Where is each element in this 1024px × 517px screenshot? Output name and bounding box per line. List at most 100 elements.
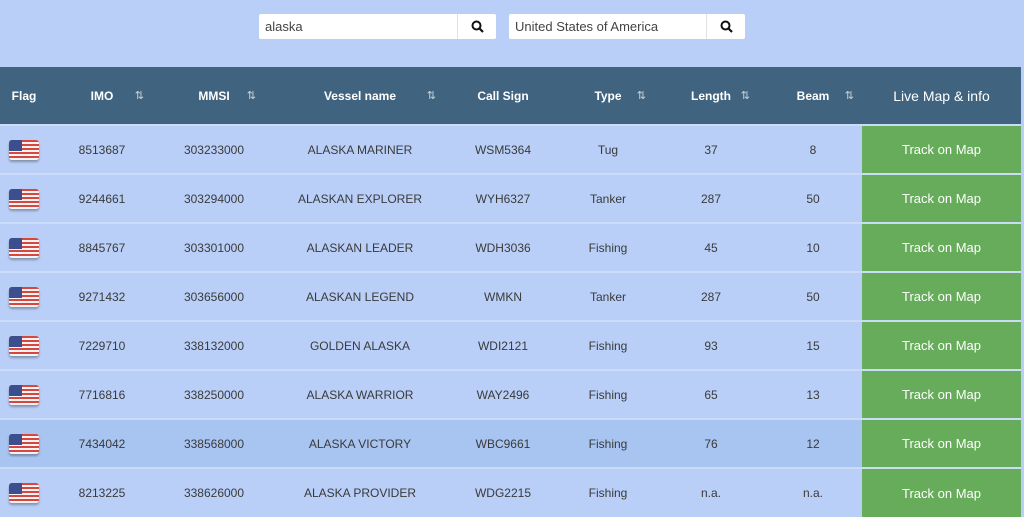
- imo-cell: 8513687: [78, 142, 126, 157]
- header-label: Length: [691, 88, 731, 103]
- call-sign-cell: WYH6327: [475, 191, 531, 206]
- call-sign-cell: WBC9661: [475, 436, 531, 451]
- header-label: IMO: [90, 88, 114, 103]
- country-search: [509, 14, 745, 39]
- us-flag-icon: [9, 139, 39, 160]
- flag-cell: [0, 272, 48, 321]
- type-cell: Fishing: [588, 436, 628, 451]
- length-cell: 65: [704, 387, 718, 402]
- table-row[interactable]: 8513687 303233000 ALASKA MARINER WSM5364 Tug…: [0, 124, 1021, 174]
- country-search-button[interactable]: [707, 14, 745, 39]
- flag-cell: [0, 321, 48, 370]
- call-sign-cell: WMKN: [484, 289, 522, 304]
- length-cell: 45: [704, 240, 718, 255]
- beam-cell: n.a.: [802, 486, 823, 500]
- flag-cell: [0, 419, 48, 468]
- imo-cell: 8213225: [78, 486, 126, 500]
- header-call-sign: Call Sign: [477, 88, 529, 103]
- imo-cell: 8845767: [78, 240, 126, 255]
- flag-cell: [0, 468, 48, 517]
- header-live-map: Live Map & info: [893, 87, 990, 104]
- mmsi-cell: 303656000: [183, 289, 245, 304]
- track-on-map-button[interactable]: Track on Map: [862, 467, 1021, 517]
- sort-icon[interactable]: ⇅: [845, 89, 854, 102]
- vessel-name-cell: ALASKA MARINER: [307, 142, 413, 157]
- imo-cell: 7229710: [78, 338, 126, 353]
- type-cell: Tug: [597, 142, 619, 157]
- header-type[interactable]: Type ⇅: [558, 67, 658, 125]
- vessel-table: Flag IMO ⇅ MMSI ⇅ Vessel name ⇅ Call Sign T…: [0, 67, 1021, 517]
- length-cell: 37: [704, 142, 718, 157]
- type-cell: Fishing: [588, 486, 628, 500]
- table-row[interactable]: 8213225 338626000 ALASKA PROVIDER WDG2215 Fi…: [0, 467, 1021, 517]
- type-cell: Fishing: [588, 387, 628, 402]
- flag-cell: [0, 125, 48, 174]
- header-flag: Flag: [11, 88, 37, 103]
- sort-icon[interactable]: ⇅: [427, 89, 436, 102]
- type-cell: Tanker: [589, 289, 627, 304]
- header-length[interactable]: Length ⇅: [658, 67, 764, 125]
- mmsi-cell: 338626000: [183, 486, 245, 500]
- length-cell: n.a.: [700, 486, 721, 500]
- track-on-map-button[interactable]: Track on Map: [862, 320, 1021, 370]
- us-flag-icon: [9, 237, 39, 258]
- us-flag-icon: [9, 433, 39, 454]
- beam-cell: 15: [806, 338, 820, 353]
- mmsi-cell: 338250000: [183, 387, 245, 402]
- track-on-map-button[interactable]: Track on Map: [862, 418, 1021, 468]
- imo-cell: 7434042: [78, 436, 126, 451]
- type-cell: Fishing: [588, 240, 628, 255]
- search-icon: [720, 20, 733, 33]
- sort-icon[interactable]: ⇅: [741, 89, 750, 102]
- vessel-name-cell: ALASKA WARRIOR: [306, 387, 414, 402]
- table-row[interactable]: 7434042 338568000 ALASKA VICTORY WBC9661 Fis…: [0, 418, 1021, 468]
- beam-cell: 50: [806, 191, 820, 206]
- beam-cell: 8: [809, 142, 817, 157]
- mmsi-cell: 303301000: [183, 240, 245, 255]
- table-row[interactable]: 8845767 303301000 ALASKAN LEADER WDH3036 Fis…: [0, 222, 1021, 272]
- table-header: Flag IMO ⇅ MMSI ⇅ Vessel name ⇅ Call Sign T…: [0, 67, 1021, 125]
- beam-cell: 12: [806, 436, 820, 451]
- vessel-name-cell: ALASKAN LEGEND: [305, 289, 415, 304]
- length-cell: 287: [700, 191, 722, 206]
- header-vessel-name[interactable]: Vessel name ⇅: [272, 67, 448, 125]
- vessel-search-input[interactable]: [259, 14, 458, 39]
- sort-icon[interactable]: ⇅: [637, 89, 646, 102]
- header-label: MMSI: [198, 88, 230, 103]
- mmsi-cell: 303233000: [183, 142, 245, 157]
- header-label: Beam: [796, 88, 830, 103]
- table-row[interactable]: 7716816 338250000 ALASKA WARRIOR WAY2496 Fis…: [0, 369, 1021, 419]
- imo-cell: 7716816: [78, 387, 126, 402]
- header-imo[interactable]: IMO ⇅: [48, 67, 156, 125]
- sort-icon[interactable]: ⇅: [135, 89, 144, 102]
- track-on-map-button[interactable]: Track on Map: [862, 124, 1021, 174]
- call-sign-cell: WAY2496: [476, 387, 530, 402]
- table-row[interactable]: 9271432 303656000 ALASKAN LEGEND WMKN Tanker…: [0, 271, 1021, 321]
- table-row[interactable]: 9244661 303294000 ALASKAN EXPLORER WYH6327 T…: [0, 173, 1021, 223]
- vessel-search-button[interactable]: [458, 14, 496, 39]
- track-on-map-button[interactable]: Track on Map: [862, 271, 1021, 321]
- call-sign-cell: WDH3036: [475, 240, 531, 255]
- type-cell: Tanker: [589, 191, 627, 206]
- flag-cell: [0, 174, 48, 223]
- country-search-input[interactable]: [509, 14, 707, 39]
- header-beam[interactable]: Beam ⇅: [764, 67, 862, 125]
- beam-cell: 10: [806, 240, 820, 255]
- vessel-name-cell: ALASKAN LEADER: [306, 240, 414, 255]
- track-on-map-button[interactable]: Track on Map: [862, 222, 1021, 272]
- call-sign-cell: WDI2121: [477, 338, 529, 353]
- table-row[interactable]: 7229710 338132000 GOLDEN ALASKA WDI2121 Fish…: [0, 320, 1021, 370]
- vessel-name-cell: ALASKA PROVIDER: [303, 486, 417, 500]
- call-sign-cell: WDG2215: [474, 486, 532, 500]
- beam-cell: 13: [806, 387, 820, 402]
- track-on-map-button[interactable]: Track on Map: [862, 369, 1021, 419]
- imo-cell: 9271432: [78, 289, 126, 304]
- header-label: Type: [594, 88, 622, 103]
- length-cell: 76: [704, 436, 718, 451]
- header-label: Vessel name: [323, 88, 397, 103]
- header-mmsi[interactable]: MMSI ⇅: [156, 67, 272, 125]
- track-on-map-button[interactable]: Track on Map: [862, 173, 1021, 223]
- sort-icon[interactable]: ⇅: [247, 89, 256, 102]
- length-cell: 287: [700, 289, 722, 304]
- us-flag-icon: [9, 335, 39, 356]
